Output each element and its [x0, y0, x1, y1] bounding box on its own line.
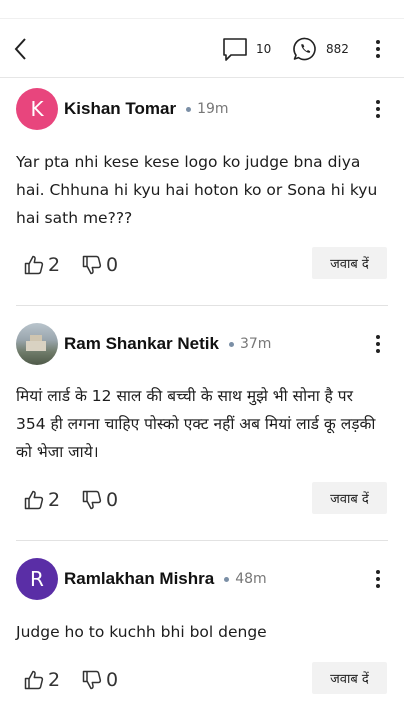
back-button[interactable]: [10, 35, 34, 63]
comment-more-button[interactable]: [368, 567, 388, 591]
comments-count: 10: [256, 42, 272, 56]
comment-divider: [16, 305, 388, 306]
comments-button[interactable]: 10: [222, 35, 271, 63]
dislike-button[interactable]: 0: [82, 664, 118, 696]
like-count: 2: [48, 669, 61, 691]
like-button[interactable]: 2: [24, 484, 60, 516]
author-name[interactable]: Kishan Tomar: [64, 99, 176, 119]
dislike-button[interactable]: 0: [82, 249, 118, 281]
thumbs-up-icon: [24, 490, 44, 510]
comment-text: Yar pta nhi kese kese logo ko judge bna …: [16, 153, 378, 227]
back-arrow-icon: [14, 38, 26, 60]
top-bar: 10 882: [0, 18, 404, 78]
dislike-count: 0: [106, 254, 119, 276]
comment-header: K Kishan Tomar 19m: [16, 88, 388, 130]
dislike-count: 0: [106, 669, 119, 691]
avatar[interactable]: [16, 323, 58, 365]
more-options-button[interactable]: [368, 37, 388, 61]
like-button[interactable]: 2: [24, 249, 60, 281]
reply-button[interactable]: जवाब दें: [312, 482, 387, 514]
thumbs-down-icon: [82, 255, 102, 275]
like-button[interactable]: 2: [24, 664, 60, 696]
reply-button[interactable]: जवाब दें: [312, 662, 387, 694]
avatar-photo-detail: [26, 341, 46, 351]
comment-header: R Ramlakhan Mishra 48m: [16, 558, 388, 600]
reply-button[interactable]: जवाब दें: [312, 247, 387, 279]
avatar[interactable]: K: [16, 88, 58, 130]
author-name[interactable]: Ramlakhan Mishra: [64, 569, 214, 589]
comment-header: Ram Shankar Netik 37m: [16, 323, 388, 365]
separator-dot: [186, 106, 192, 112]
whatsapp-share-button[interactable]: 882: [292, 35, 349, 63]
separator-dot: [228, 341, 234, 347]
comment-time: 19m: [197, 101, 229, 117]
author-name[interactable]: Ram Shankar Netik: [64, 334, 219, 354]
avatar-initial: K: [30, 97, 44, 121]
avatar-initial: R: [30, 567, 44, 591]
more-vertical-icon: [376, 40, 380, 58]
avatar[interactable]: R: [16, 558, 58, 600]
like-count: 2: [48, 254, 61, 276]
comment-time: 37m: [239, 336, 272, 352]
thumbs-up-icon: [24, 255, 44, 275]
whatsapp-icon: [293, 37, 316, 61]
like-count: 2: [48, 489, 61, 511]
comment-actions: 2 0 जवाब दें: [0, 482, 404, 516]
comment-text: Judge ho to kuchh bhi bol denge: [16, 623, 267, 641]
thumbs-down-icon: [82, 670, 102, 690]
thumbs-up-icon: [24, 670, 44, 690]
thumbs-down-icon: [82, 490, 102, 510]
separator-dot: [224, 576, 230, 582]
comment-time: 48m: [235, 571, 267, 587]
comment-icon: [223, 38, 247, 61]
comment-actions: 2 0 जवाब दें: [0, 662, 404, 696]
whatsapp-count: 882: [326, 42, 349, 56]
comment-actions: 2 0 जवाब दें: [0, 247, 404, 281]
comment-text: मियां लार्ड के 12 साल की बच्ची के साथ मु…: [16, 387, 376, 461]
dislike-count: 0: [106, 489, 119, 511]
comment-divider: [16, 540, 388, 541]
dislike-button[interactable]: 0: [82, 484, 118, 516]
comment-more-button[interactable]: [368, 332, 388, 356]
more-vertical-icon: [376, 335, 380, 353]
comment-more-button[interactable]: [368, 97, 388, 121]
more-vertical-icon: [376, 570, 380, 588]
more-vertical-icon: [376, 100, 380, 118]
